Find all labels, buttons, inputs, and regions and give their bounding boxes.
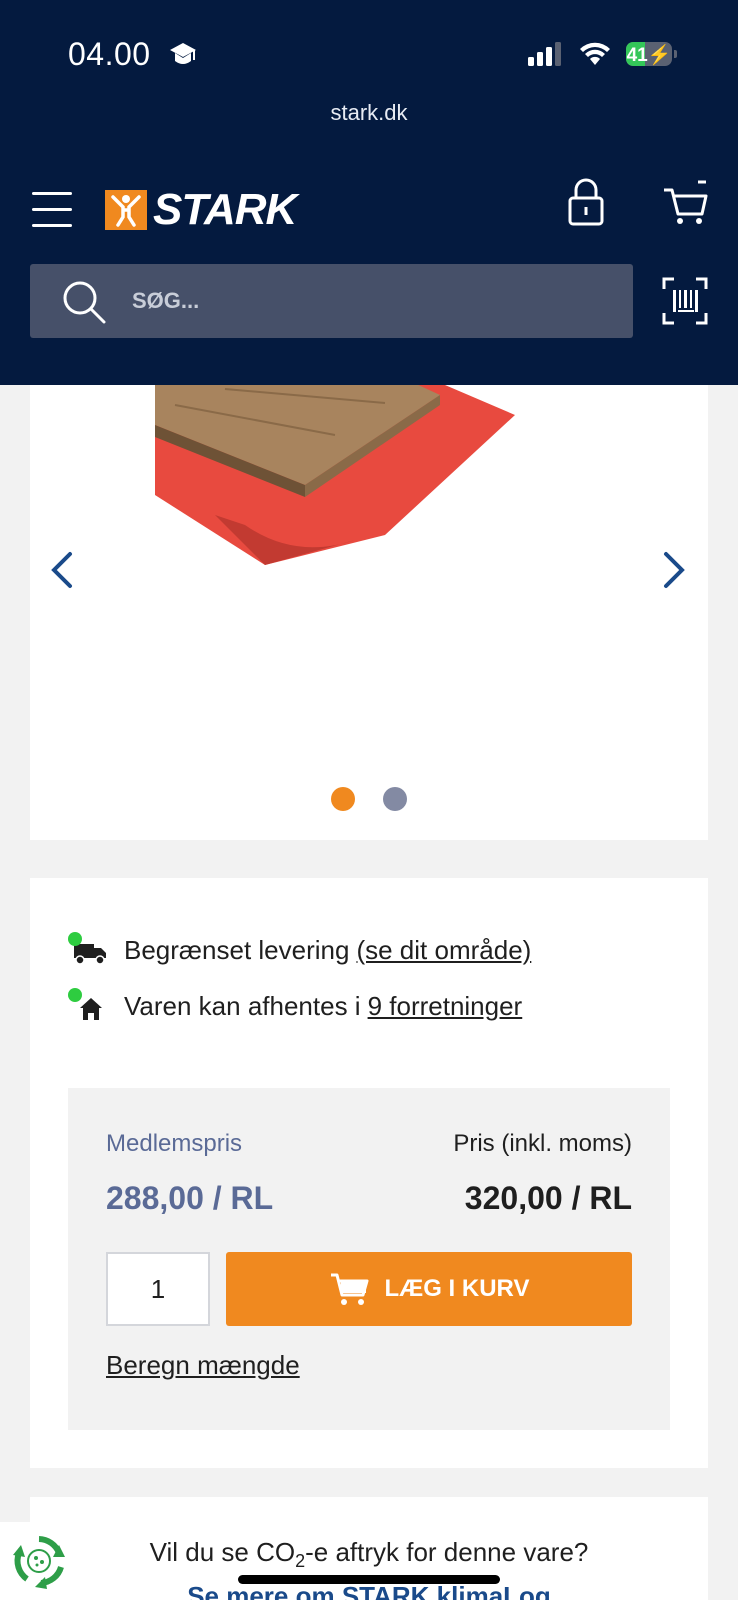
product-gallery[interactable] [30,385,708,840]
charging-bolt-icon: ⚡ [647,45,672,66]
member-price: 288,00 / RL [106,1180,274,1216]
status-green-dot [68,988,82,1002]
search-bar[interactable] [30,264,633,338]
delivery-area-link[interactable]: (se dit område) [356,935,531,966]
home-indicator[interactable] [238,1575,500,1584]
cart-icon [329,1271,371,1307]
graduation-cap-icon [170,43,196,64]
gallery-dot-active[interactable] [331,787,355,811]
delivery-truck-icon [68,932,108,968]
gallery-dot[interactable] [383,787,407,811]
price-box: Medlemspris 288,00 / RL Pris (inkl. moms… [68,1088,670,1430]
calculate-quantity-link[interactable]: Beregn mængde [106,1350,300,1381]
delivery-text: Begrænset levering [124,934,350,965]
price-value: 320,00 / RL [464,1180,632,1216]
product-image [155,385,515,565]
battery-indicator: 41⚡ [626,42,677,66]
member-price-label: Medlemspris [106,1130,243,1157]
cellular-signal-icon [528,42,561,66]
battery-percent: 41 [626,45,648,66]
wifi-icon [580,42,610,65]
chevron-left-icon[interactable] [48,550,76,590]
site-header: 04.00 41⚡ stark.dk STARK [0,0,738,385]
browser-url[interactable]: stark.dk [0,100,738,126]
quantity-input[interactable] [106,1252,210,1326]
pickup-row: Varen kan afhentes i 9 forretninger [68,988,522,1024]
price-label: Pris (inkl. moms) [453,1130,632,1157]
purchase-card: Begrænset levering (se dit område) Varen… [30,878,708,1468]
co2-card: Vil du se CO2-e aftryk for denne vare? S… [30,1497,708,1600]
chevron-right-icon[interactable] [660,550,688,590]
logo-figure-icon [105,190,147,230]
barcode-scan-icon[interactable] [662,277,708,325]
stores-link[interactable]: 9 forretninger [368,991,523,1022]
cart-icon[interactable] [662,180,710,226]
co2-question-sub: 2 [295,1551,306,1572]
store-house-icon [68,988,108,1024]
co2-question-suffix: -e aftryk for denne vare? [305,1537,589,1567]
add-to-cart-button[interactable]: LÆG I KURV [226,1252,632,1326]
menu-icon[interactable] [32,192,72,228]
search-icon[interactable] [62,280,106,324]
pickup-text: Varen kan afhentes i [124,990,361,1021]
stark-logo[interactable]: STARK [105,185,297,234]
lock-icon[interactable] [566,178,606,226]
status-time: 04.00 [68,36,151,72]
co2-recycle-icon[interactable] [0,1522,78,1600]
add-to-cart-label: LÆG I KURV [384,1275,530,1302]
delivery-row: Begrænset levering (se dit område) [68,932,531,968]
search-input[interactable] [132,264,612,338]
logo-text: STARK [153,185,297,234]
co2-question-prefix: Vil du se CO [149,1537,296,1567]
co2-question: Vil du se CO2-e aftryk for denne vare? [30,1537,708,1572]
status-green-dot [68,932,82,946]
